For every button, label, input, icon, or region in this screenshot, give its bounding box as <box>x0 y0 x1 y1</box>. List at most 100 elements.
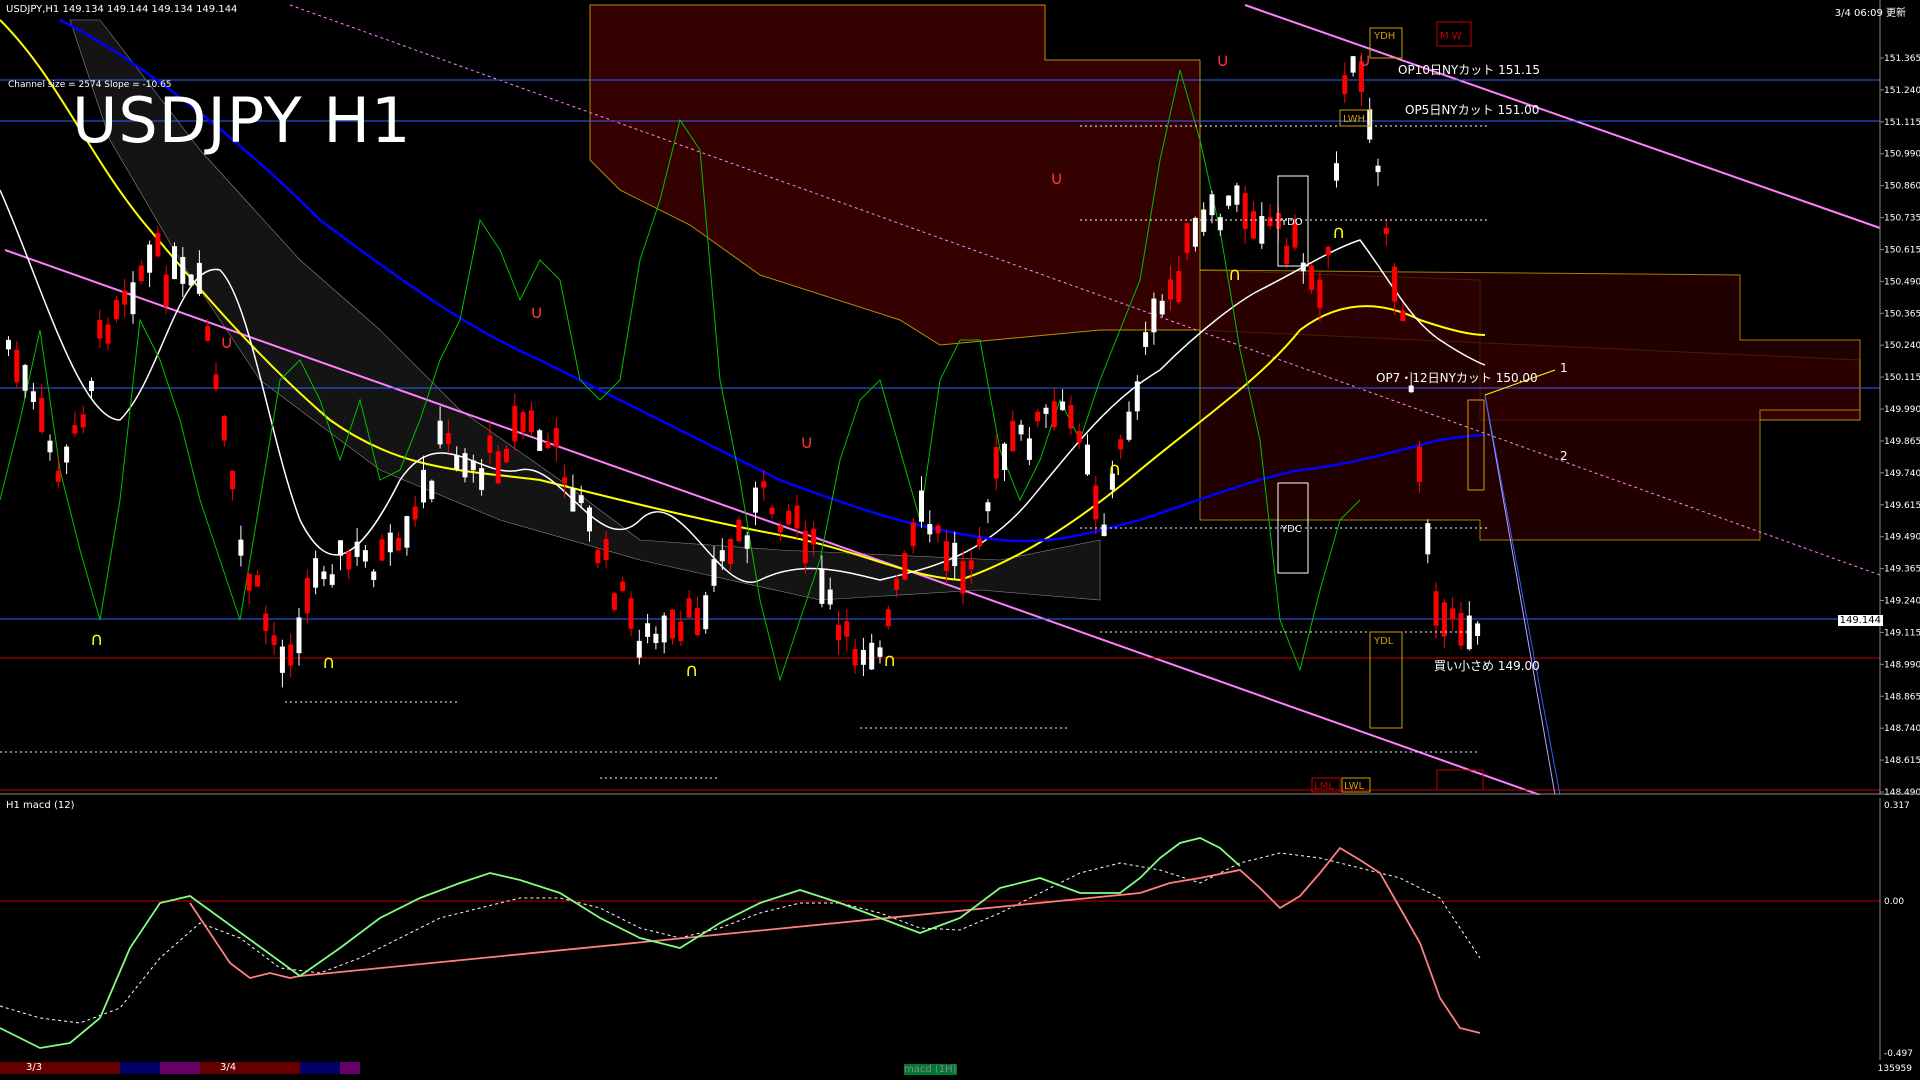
price-tick-label: 150.115 <box>1884 373 1920 383</box>
candle-body <box>1408 385 1414 393</box>
candle-body <box>313 558 319 588</box>
update-timestamp: 3/4 06:09 更新 <box>1834 8 1906 19</box>
candle-body <box>1201 209 1207 232</box>
candle-body <box>255 575 260 587</box>
candle-body <box>919 490 924 522</box>
price-tick-label: 149.365 <box>1884 565 1920 575</box>
macd-panel[interactable]: 0.317 0.00 -0.497 H1 macd (12) <box>0 798 1920 1060</box>
price-tick-label: 148.740 <box>1884 724 1920 734</box>
candle-body <box>927 523 933 535</box>
candle-body <box>520 412 526 433</box>
candle-body <box>1018 424 1024 435</box>
marker-icon: ∪ <box>800 432 813 453</box>
candle-body <box>462 453 468 478</box>
candle-body <box>230 470 236 490</box>
candle-body <box>753 487 758 513</box>
marker-icon: ∪ <box>530 302 543 323</box>
ydh-label: YDH <box>1373 31 1395 42</box>
candle-body <box>528 410 534 433</box>
candle-body <box>645 623 651 637</box>
candle-body <box>1300 262 1306 272</box>
candle-body <box>279 646 285 673</box>
candle-body <box>686 598 692 618</box>
timeline-segment <box>200 1062 300 1074</box>
candle-body <box>1026 438 1032 460</box>
candle-body <box>196 262 202 294</box>
candle-body <box>1068 405 1074 429</box>
date-label-2: 3/4 <box>220 1062 237 1073</box>
candle-body <box>1076 431 1082 443</box>
candle-body <box>985 502 991 512</box>
candle-body <box>387 532 393 553</box>
timeline-bar: 3/3 3/4 macd (1H) 135959 <box>0 1062 1920 1080</box>
candle-body <box>603 539 609 560</box>
price-tick-label: 151.115 <box>1884 118 1920 128</box>
candle-body <box>1134 381 1140 412</box>
macd-axis-top: 0.317 <box>1884 801 1910 811</box>
candle-body <box>296 617 302 654</box>
marker-icon: ∩ <box>1108 459 1121 480</box>
candle-body <box>869 642 875 670</box>
candle-body <box>1317 279 1323 308</box>
candle-body <box>1126 411 1132 440</box>
candle-body <box>39 397 45 433</box>
candle-body <box>221 415 227 441</box>
price-tick-label: 150.860 <box>1884 182 1920 192</box>
wave-2-label: 2 <box>1560 449 1568 463</box>
candle-body <box>1309 265 1315 290</box>
macd-title: H1 macd (12) <box>6 800 75 811</box>
candle-body <box>570 488 576 512</box>
candle-body <box>1217 217 1223 231</box>
candle-body <box>1284 245 1290 265</box>
marker-icon: ∩ <box>322 652 335 673</box>
candle-body <box>1242 193 1248 229</box>
symbol-info: USDJPY,H1 149.134 149.144 149.134 149.14… <box>6 4 238 15</box>
marker-icon: ∩ <box>1228 264 1241 285</box>
candle-body <box>719 550 725 562</box>
candle-body <box>728 539 734 564</box>
indicator-tab[interactable]: macd (1H) <box>904 1064 957 1075</box>
marker-icon: ∩ <box>883 650 896 671</box>
candle-body <box>14 349 20 383</box>
op10-label: OP10日NYカット 151.15 <box>1398 63 1540 77</box>
candle-body <box>512 406 518 442</box>
candle-body <box>736 519 742 542</box>
candle-body <box>404 516 410 548</box>
candle-body <box>80 414 86 428</box>
candle-body <box>421 469 426 503</box>
candle-body <box>246 573 252 591</box>
price-chart[interactable]: ∩ ∩ ∩ ∩ ∩ ∩ ∩ ∪ ∪ ∪ ∪ ∪ ∪ OP10日NYカット 151… <box>0 0 1920 798</box>
candle-body <box>113 300 119 320</box>
lwh-label: LWH <box>1343 114 1365 125</box>
macd-signal-line <box>0 852 1481 1024</box>
candle-body <box>935 525 941 534</box>
candle-body <box>288 644 294 666</box>
price-tick-label: 150.365 <box>1884 309 1920 319</box>
macd-svg[interactable]: 0.317 0.00 -0.497 <box>0 798 1920 1060</box>
candle-body <box>105 324 111 344</box>
candle-body <box>537 430 543 452</box>
page-title: USDJPY H1 <box>72 84 412 157</box>
candle-body <box>271 635 277 645</box>
macd-line-up <box>0 837 1241 1049</box>
candle-body <box>661 615 667 643</box>
marker-icon: ∪ <box>1358 50 1371 71</box>
candle-body <box>769 507 775 515</box>
candle-body <box>30 391 36 403</box>
candle-body <box>89 380 94 391</box>
candle-body <box>1143 332 1149 347</box>
footer-value: 135959 <box>1877 1064 1912 1074</box>
candle-body <box>819 568 825 604</box>
candle-body <box>354 541 360 557</box>
candle-body <box>454 455 460 470</box>
candle-body <box>429 480 435 500</box>
candle-body <box>1383 227 1389 235</box>
candle-body <box>321 571 327 580</box>
candle-body <box>1475 623 1481 636</box>
candle-body <box>1093 485 1099 520</box>
candle-body <box>1251 211 1256 239</box>
candle-body <box>1101 524 1107 537</box>
price-axis: 151.365 151.240 151.115 150.990 150.860 150.7… <box>1880 54 1920 798</box>
candle-body <box>1375 165 1381 173</box>
candle-body <box>97 320 103 339</box>
